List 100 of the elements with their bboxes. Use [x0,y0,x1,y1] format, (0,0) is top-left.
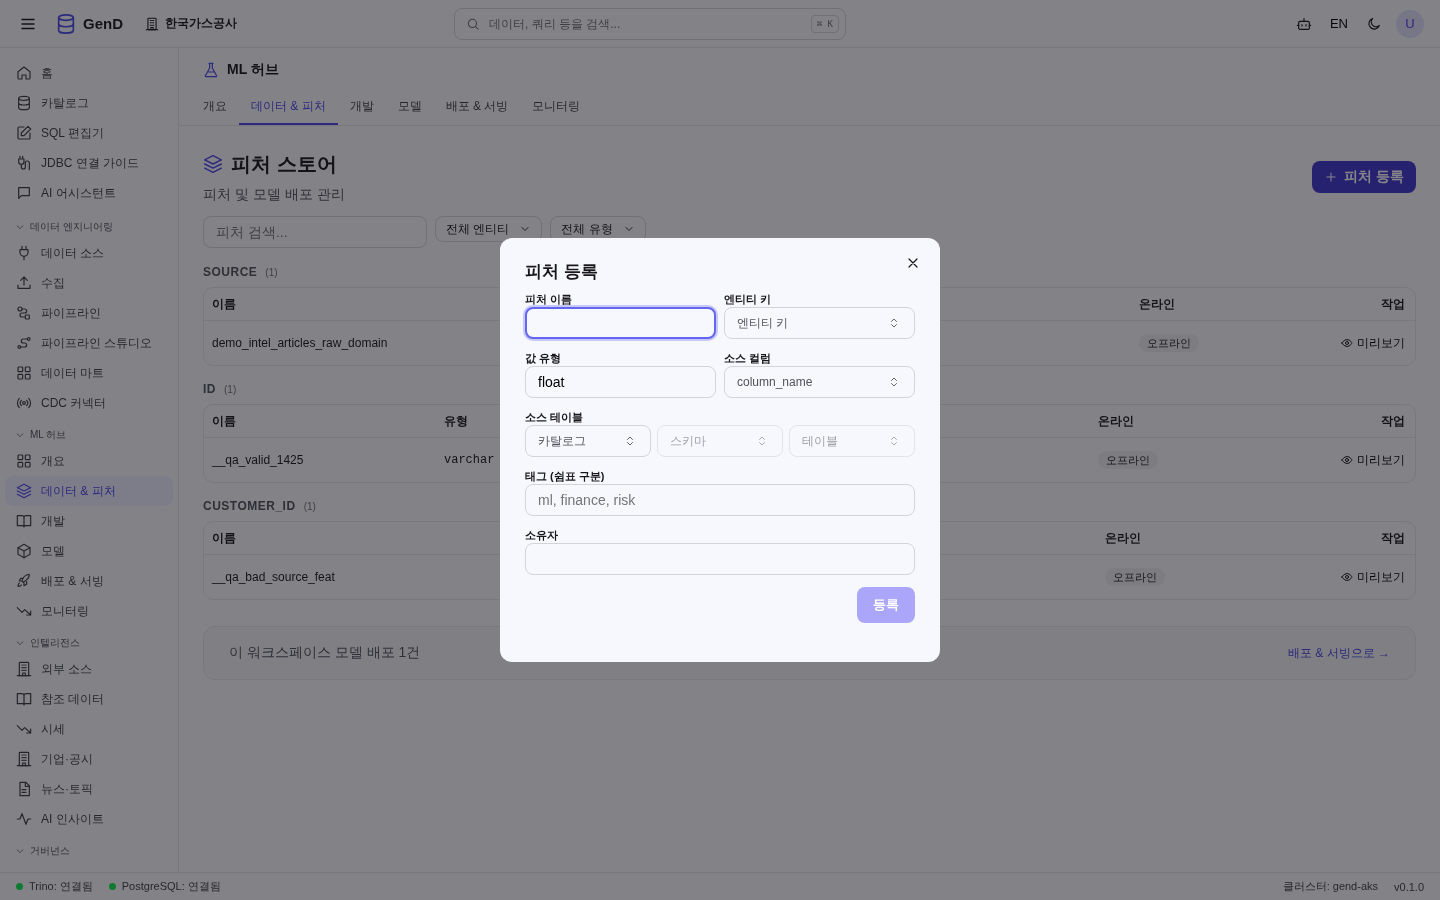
sidebar-item[interactable]: 뉴스·토픽 [5,774,173,804]
user-avatar[interactable]: U [1396,9,1424,38]
sidebar-item[interactable]: 파이프라인 [5,298,173,328]
feature-search-field[interactable]: 피처 검색... [203,216,427,248]
status-badge: 오프라인 [1098,450,1158,469]
tab[interactable]: 모델 [385,92,434,125]
group-title: SOURCE [203,265,258,279]
page-subtitle: 피처 및 모델 배포 관리 [203,186,345,204]
app-version: v0.1.0 [1394,880,1424,893]
status-badge: 오프라인 [1105,567,1165,586]
home-icon [16,65,32,81]
chevron-up-down-icon [888,376,900,388]
broadcast-icon [16,395,32,411]
tab[interactable]: 모니터링 [520,92,593,125]
preview-button[interactable]: 미리보기 [1341,568,1405,586]
plug-icon [16,155,32,171]
chevron-up-down-icon [888,317,900,329]
section-title: ML 허브 [227,61,279,79]
sidebar-item[interactable]: JDBC 연결 가이드 [5,148,173,178]
sidebar-item[interactable]: CDC 커넥터 [5,388,173,418]
serving-link[interactable]: 배포 & 서빙으로 → [1288,644,1390,662]
upload-icon [16,275,32,291]
column-header: 작업 [1381,412,1405,430]
sidebar-item[interactable]: 개요 [5,446,173,476]
preview-button[interactable]: 미리보기 [1341,451,1405,469]
group-title: ID [203,382,216,396]
moon-icon[interactable] [1366,15,1382,32]
eye-icon [1341,454,1353,466]
sidebar-item[interactable]: 데이터 소스 [5,238,173,268]
search-icon [465,16,480,31]
field-label: 소스 테이블 [525,410,585,424]
column-header: 이름 [212,413,236,428]
sidebar-item[interactable]: 카탈로그 [5,88,173,118]
field-label: 피처 이름 [525,292,574,306]
preview-button[interactable]: 미리보기 [1341,334,1405,352]
status-badge: 오프라인 [1139,333,1199,352]
table-cell: __qa_bad_source_feat [212,570,335,584]
robot-icon[interactable] [1295,15,1312,32]
column-header: 유형 [444,413,468,428]
chevron-icon [15,430,25,440]
cube-icon [16,543,32,559]
sidebar-item[interactable]: 데이터 마트 [5,358,173,388]
tab[interactable]: 배포 & 서빙 [433,92,521,125]
sidebar-group-header[interactable]: 인텔리전스 [5,632,173,654]
tab[interactable]: 데이터 & 피처 [239,92,338,125]
organization-name[interactable]: 한국가스공사 [165,15,237,32]
input-field[interactable] [525,307,716,339]
open-book-icon [16,691,32,707]
sidebar-item[interactable]: 시세 [5,714,173,744]
rocket-icon [16,573,32,589]
sidebar-item[interactable]: 데이터 & 피처 [5,476,173,506]
sidebar-item[interactable]: 홈 [5,58,173,88]
language-button[interactable]: EN [1329,16,1348,31]
shortcut-key: ⌘ K [810,14,839,33]
sidebar-item[interactable]: AI 어시스턴트 [5,178,173,208]
table-cell: demo_intel_articles_raw_domain [212,336,388,350]
sidebar-item[interactable]: 모니터링 [5,596,173,626]
connection-status: PostgreSQL: 연결됨 [121,879,221,894]
column-header: 작업 [1381,529,1405,547]
sidebar-item[interactable]: SQL 편집기 [5,118,173,148]
tab[interactable]: 개발 [337,92,386,125]
sidebar-item[interactable]: 참조 데이터 [5,684,173,714]
chat-icon [16,185,32,201]
sidebar-item[interactable]: 파이프라인 스튜디오 [5,328,173,358]
chevron-icon [15,846,25,856]
sidebar-item[interactable]: 기업·공시 [5,744,173,774]
field-label: 값 유형 [525,351,563,365]
summary-text: 이 워크스페이스 모델 배포 1건 [229,644,421,662]
database-icon [16,95,32,111]
sidebar-item[interactable]: 외부 소스 [5,654,173,684]
column-header: 온라인 [1098,413,1134,428]
group-count: (1) [303,501,316,512]
building-icon [145,16,159,31]
sidebar-item[interactable]: 개발 [5,506,173,536]
sidebar-item[interactable]: AI 인사이트 [5,804,173,834]
cluster-name: 클러스터: gend-aks [1282,879,1379,894]
add-feature-button[interactable]: 피처 등록 [1312,161,1416,193]
select-field[interactable]: 카탈로그 [525,425,651,457]
filter-dropdown[interactable]: 전체 엔티티 [435,216,543,242]
column-header: 이름 [212,296,236,311]
select-field[interactable]: column_name [724,366,915,398]
sidebar-group-header[interactable]: 거버넌스 [5,840,173,862]
sidebar-group-header[interactable]: 데이터 엔지니어링 [5,216,173,238]
sidebar-group-header[interactable]: ML 허브 [5,424,173,446]
brand-name[interactable]: GenD [83,15,123,32]
sidebar-item[interactable]: 배포 & 서빙 [5,566,173,596]
select-field[interactable]: 엔티티 키 [724,307,915,339]
tab[interactable]: 개요 [191,92,239,125]
chevron-up-down-icon [888,435,900,447]
sidebar-item[interactable]: 모델 [5,536,173,566]
search-input[interactable]: 데이터, 쿼리 등을 검색... [486,15,804,32]
plus-icon [1324,170,1339,184]
pencil-square-icon [16,125,32,141]
sidebar-item[interactable]: 수집 [5,268,173,298]
search-field[interactable]: 데이터, 쿼리 등을 검색... ⌘ K [453,7,846,40]
building-icon [16,751,32,767]
column-header: 작업 [1381,295,1405,313]
input-field[interactable]: float [525,366,716,398]
eye-icon [1341,337,1353,349]
eye-icon [1341,571,1353,583]
